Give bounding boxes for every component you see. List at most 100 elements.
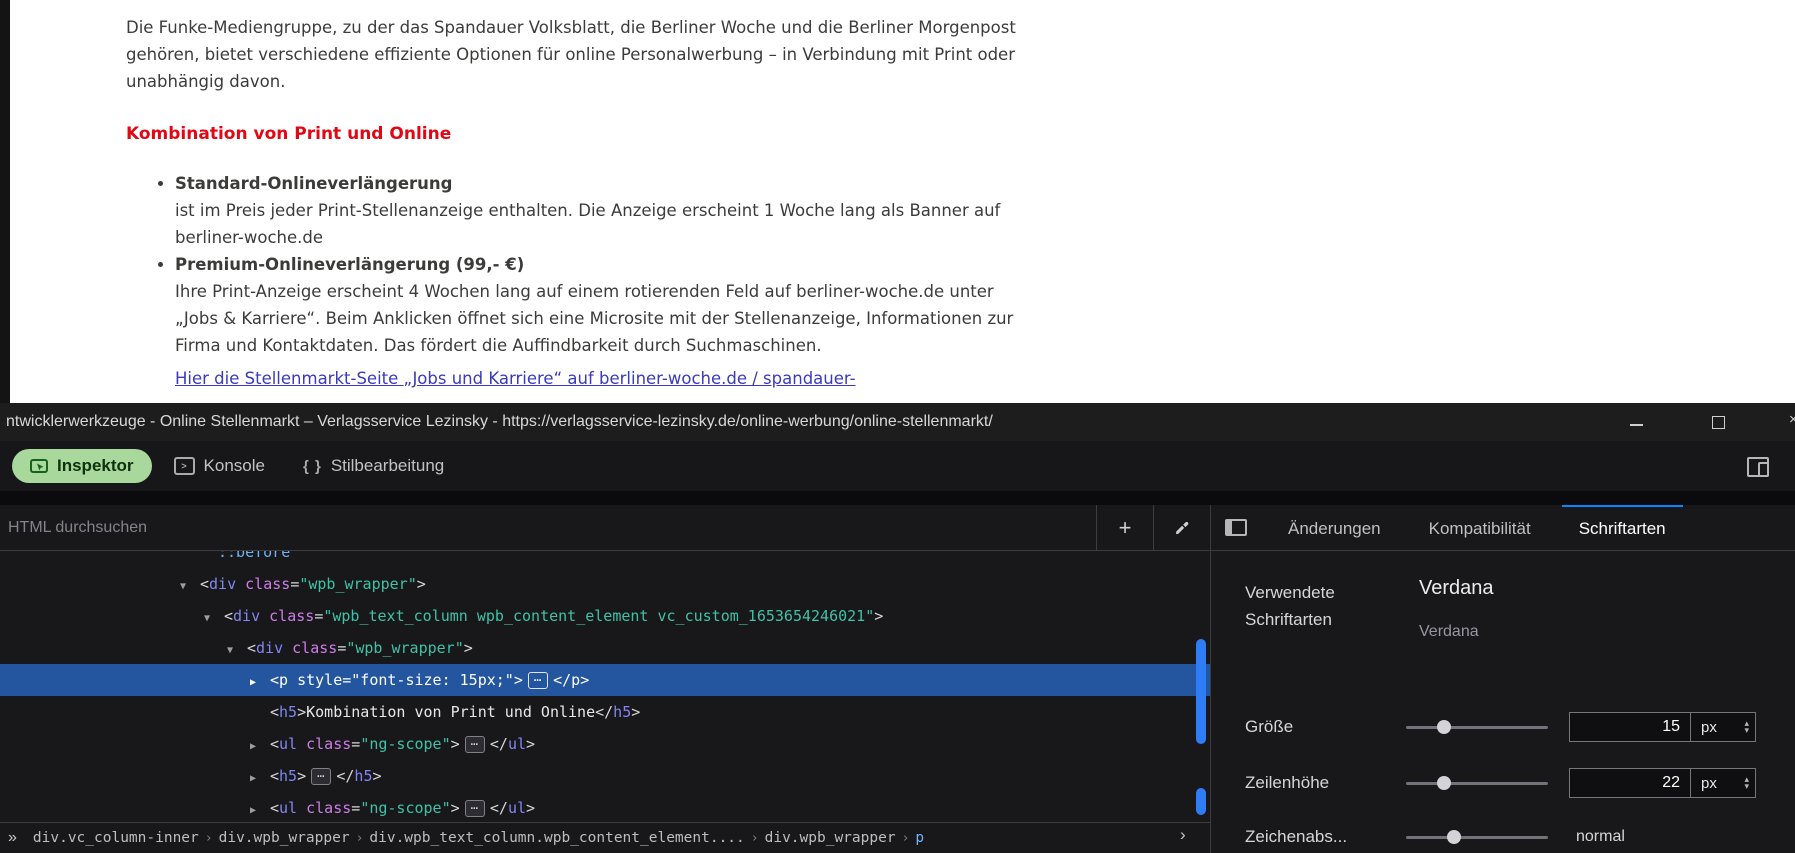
letter-spacing-slider[interactable] — [1406, 822, 1548, 852]
code-str: "wpb_wrapper" — [299, 575, 416, 593]
slider-thumb[interactable] — [1437, 776, 1451, 790]
stepper-down-icon[interactable]: ▾ — [1744, 783, 1749, 790]
collapsed-children-badge[interactable]: ⋯ — [465, 800, 485, 817]
close-button[interactable]: × — [1789, 411, 1795, 428]
maximize-button[interactable] — [1712, 416, 1725, 429]
code-punct: > — [297, 767, 306, 785]
font-size-unit-select[interactable]: px ▴ ▾ — [1690, 712, 1756, 742]
line-height-row: Zeilenhöhe px ▴ ▾ — [1211, 768, 1795, 798]
section-heading: Kombination von Print und Online — [126, 121, 1041, 148]
slider-thumb[interactable] — [1447, 830, 1461, 844]
font-size-input[interactable] — [1569, 712, 1691, 742]
line-height-input[interactable] — [1569, 768, 1691, 798]
unit-label: px — [1701, 719, 1717, 736]
article-body: Die Funke-Mediengruppe, zu der das Spand… — [126, 14, 1041, 392]
markup-row[interactable]: ▶<ul class="ng-scope">⋯</ul> — [0, 792, 1210, 822]
twisty-right-icon[interactable]: ▶ — [250, 763, 270, 795]
font-family-name[interactable]: Verdana — [1419, 577, 1494, 600]
breadcrumb-item[interactable]: div.wpb_text_column.wpb_content_element.… — [369, 830, 744, 846]
code-tag: p — [279, 671, 288, 689]
code-tag: ul — [508, 799, 526, 817]
devtools-window-titlebar[interactable]: ntwicklerwerkzeuge - Online Stellenmarkt… — [0, 403, 1795, 441]
markup-row[interactable]: ▶<h5>⋯</h5> — [0, 760, 1210, 792]
breadcrumb-next-icon[interactable]: › — [1180, 825, 1186, 845]
code-punct: </ — [553, 671, 571, 689]
code-punct: < — [270, 799, 279, 817]
twisty-down-icon[interactable]: ▼ — [227, 635, 247, 667]
markup-row[interactable]: ▼<div class="wpb_text_column wpb_content… — [0, 600, 1210, 632]
code-punct: < — [270, 767, 279, 785]
code-punct: < — [224, 607, 233, 625]
code-attr: class — [260, 607, 314, 625]
markup-row[interactable]: ▼<div class="wpb_wrapper"> — [0, 632, 1210, 664]
collapsed-children-badge[interactable]: ⋯ — [528, 672, 548, 689]
twisty-right-icon[interactable]: ▶ — [250, 795, 270, 822]
slider-track — [1406, 782, 1548, 785]
stepper-down-icon[interactable]: ▾ — [1744, 727, 1749, 734]
tab-aenderungen[interactable]: Änderungen — [1271, 505, 1398, 550]
tab-konsole[interactable]: > Konsole — [158, 441, 281, 491]
code-tag: h5 — [279, 767, 297, 785]
breadcrumb-item[interactable]: div.wpb_wrapper — [219, 830, 350, 846]
search-input[interactable] — [0, 505, 1096, 550]
tab-kompatibilitaet[interactable]: Kompatibilität — [1412, 505, 1548, 550]
minimize-button[interactable] — [1630, 424, 1643, 426]
window-left-edge — [0, 0, 10, 403]
code-punct: > — [464, 639, 473, 657]
breadcrumb-separator-icon: › — [902, 831, 910, 846]
code-tag: ul — [279, 799, 297, 817]
tab-schriftarten[interactable]: Schriftarten — [1562, 505, 1683, 550]
markup-row[interactable]: <h5>Kombination von Print und Online</h5… — [0, 696, 1210, 728]
code-punct: </ — [490, 735, 508, 753]
list-item: Standard-Onlineverlängerung ist im Preis… — [175, 170, 1041, 251]
responsive-inner-rect — [1758, 462, 1769, 477]
breadcrumb-overflow-icon[interactable]: » — [8, 829, 17, 847]
letter-spacing-row: Zeichenabs... normal — [1211, 822, 1795, 852]
twisty-down-icon[interactable]: ▼ — [180, 571, 200, 603]
code-punct: > — [451, 735, 460, 753]
line-height-unit-select[interactable]: px ▴ ▾ — [1690, 768, 1756, 798]
fonts-panel: Verwendete Schriftarten Verdana Verdana … — [1211, 551, 1795, 852]
code-punct: > — [514, 671, 523, 689]
breadcrumb-separator-icon: › — [205, 831, 213, 846]
scrollbar-thumb-secondary[interactable] — [1196, 788, 1206, 815]
code-punct: </ — [595, 703, 613, 721]
font-size-slider[interactable] — [1406, 712, 1548, 742]
twisty-right-icon[interactable]: ▶ — [250, 731, 270, 763]
markup-row[interactable]: ▶<p style="font-size: 15px;">⋯</p> — [0, 664, 1210, 696]
code-punct: > — [874, 607, 883, 625]
toolbar-separator — [0, 491, 1795, 505]
tab-stilbearbeitung[interactable]: { } Stilbearbeitung — [287, 441, 460, 491]
tab-inspektor[interactable]: Inspektor — [12, 449, 152, 483]
markup-row[interactable]: ▶<ul class="ng-scope">⋯</ul> — [0, 728, 1210, 760]
responsive-design-mode-icon[interactable] — [1747, 457, 1769, 477]
intro-paragraph: Die Funke-Mediengruppe, zu der das Spand… — [126, 14, 1041, 95]
code-punct: > — [372, 767, 381, 785]
breadcrumb-item[interactable]: div.wpb_wrapper — [765, 830, 896, 846]
twisty-right-icon[interactable]: ▶ — [250, 667, 270, 699]
code-tag: div — [256, 639, 283, 657]
breadcrumb: » div.vc_column-inner › div.wpb_wrapper › di… — [0, 822, 1210, 853]
code-attr: class — [297, 735, 351, 753]
tab-label: Änderungen — [1288, 519, 1381, 539]
add-node-button[interactable]: + — [1096, 505, 1153, 550]
collapsed-children-badge[interactable]: ⋯ — [465, 736, 485, 753]
breadcrumb-item[interactable]: div.vc_column-inner — [33, 830, 199, 846]
markup-row[interactable]: ▼<div class="wpb_wrapper"> — [0, 568, 1210, 600]
eyedropper-button[interactable] — [1153, 505, 1210, 550]
stellenmarkt-link[interactable]: Hier die Stellenmarkt-Seite „Jobs und Ka… — [175, 365, 856, 392]
font-size-label: Größe — [1245, 712, 1293, 742]
line-height-slider[interactable] — [1406, 768, 1548, 798]
code-punct: > — [451, 799, 460, 817]
code-punct: < — [200, 575, 209, 593]
vertical-scrollbar-thumb[interactable] — [1196, 639, 1206, 744]
markup-row[interactable]: ::before — [0, 551, 1210, 568]
slider-track — [1406, 836, 1548, 839]
collapsed-children-badge[interactable]: ⋯ — [311, 768, 331, 785]
slider-thumb[interactable] — [1437, 720, 1451, 734]
collapse-sidebar-icon[interactable] — [1225, 519, 1247, 536]
code-str: "ng-scope" — [360, 799, 450, 817]
twisty-down-icon[interactable]: ▼ — [204, 603, 224, 635]
code-pseudo: ::before — [218, 551, 290, 561]
breadcrumb-item[interactable]: p — [915, 830, 924, 846]
